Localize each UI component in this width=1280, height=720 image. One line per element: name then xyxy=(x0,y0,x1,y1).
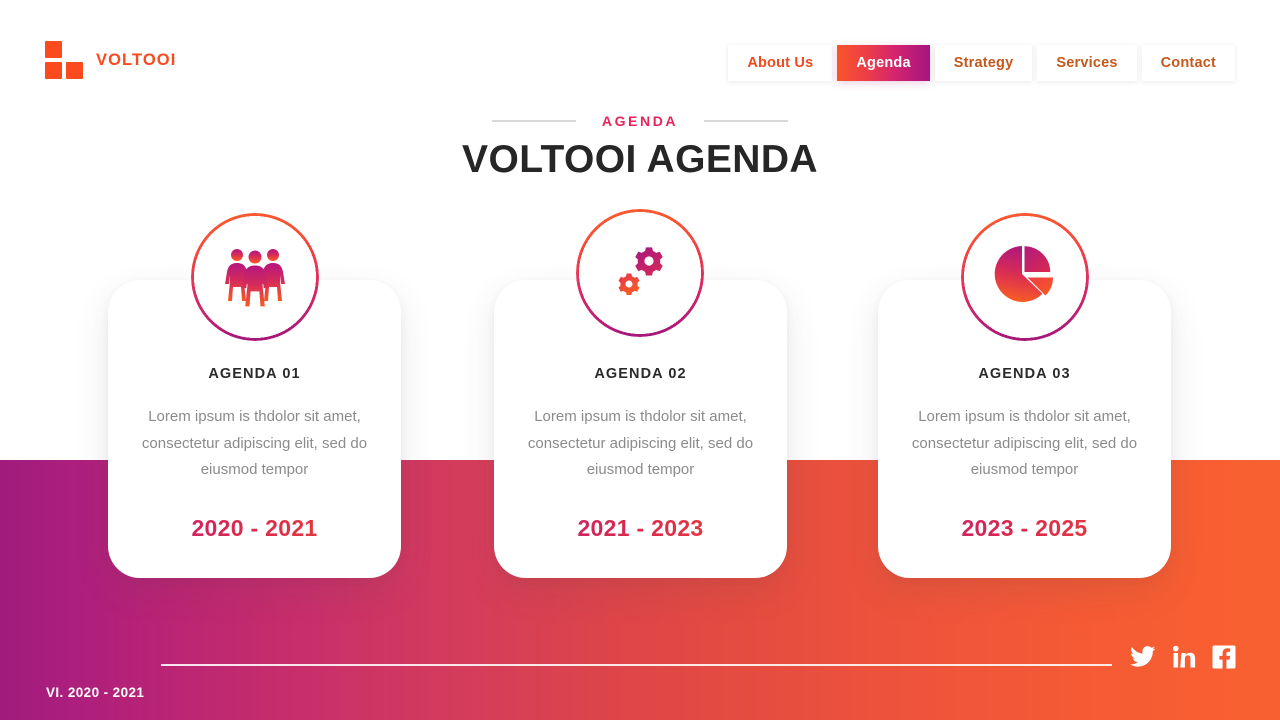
brand-logo[interactable]: VOLTOOI xyxy=(45,41,176,79)
card-date-range: 2020 - 2021 xyxy=(108,515,401,542)
eyebrow-divider-left xyxy=(491,120,576,122)
section-eyebrow-row: AGENDA xyxy=(0,113,1280,129)
agenda-card-list: AGENDA 01 Lorem ipsum is thdolor sit ame… xyxy=(0,0,1280,720)
card-icon-badge xyxy=(961,213,1089,341)
nav-item-about-us[interactable]: About Us xyxy=(728,45,833,81)
card-title: AGENDA 02 xyxy=(594,366,687,382)
card-date-range: 2021 - 2023 xyxy=(494,515,787,542)
main-navigation: About Us Agenda Strategy Services Contac… xyxy=(728,45,1235,81)
footer-version-label: VI. 2020 - 2021 xyxy=(46,685,145,700)
card-date-range: 2023 - 2025 xyxy=(878,515,1171,542)
card-icon-badge xyxy=(191,213,319,341)
card-title: AGENDA 03 xyxy=(978,366,1071,382)
page-header: VOLTOOI About Us Agenda Strategy Service… xyxy=(0,0,1280,108)
card-description: Lorem ipsum is thdolor sit amet, consect… xyxy=(911,408,1138,478)
page-title: VOLTOOI AGENDA xyxy=(462,138,818,181)
section-eyebrow: AGENDA xyxy=(601,113,679,129)
three-squares-logo-icon xyxy=(45,41,83,79)
nav-item-services[interactable]: Services xyxy=(1037,45,1137,81)
gears-icon xyxy=(618,247,663,296)
brand-name: VOLTOOI xyxy=(96,50,177,69)
card-icon-badge xyxy=(576,209,704,337)
card-description: Lorem ipsum is thdolor sit amet, consect… xyxy=(527,408,754,478)
nav-item-strategy[interactable]: Strategy xyxy=(934,45,1033,81)
nav-item-contact[interactable]: Contact xyxy=(1141,45,1235,81)
card-description: Lorem ipsum is thdolor sit amet, consect… xyxy=(141,408,368,478)
nav-item-agenda[interactable]: Agenda xyxy=(837,45,930,81)
eyebrow-divider-right xyxy=(704,120,789,122)
page-footer: VI. 2020 - 2021 xyxy=(0,630,1280,720)
card-title: AGENDA 01 xyxy=(208,366,301,382)
three-people-icon xyxy=(225,249,285,307)
pie-chart-icon xyxy=(994,246,1053,302)
